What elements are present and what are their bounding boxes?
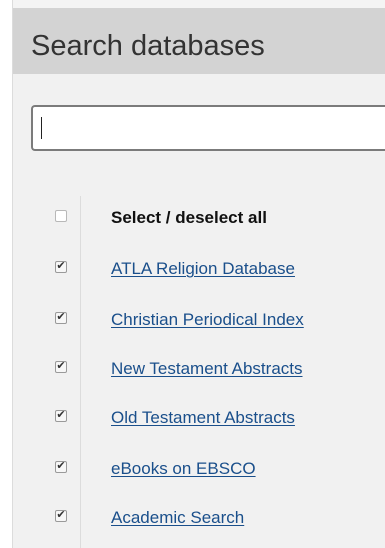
database-row[interactable]: ✔ ATLA Religion Database bbox=[13, 254, 385, 286]
database-checkbox[interactable]: ✔ bbox=[55, 408, 67, 422]
database-checkbox[interactable]: ✔ bbox=[55, 359, 67, 373]
database-search-input[interactable] bbox=[31, 105, 385, 151]
database-row[interactable]: ✔ eBooks on EBSCO bbox=[13, 454, 385, 486]
database-row[interactable]: ✔ Old Testament Abstracts bbox=[13, 403, 385, 435]
database-link[interactable]: New Testament Abstracts bbox=[111, 359, 303, 379]
database-checkbox[interactable]: ✔ bbox=[55, 508, 67, 522]
database-checkbox[interactable]: ✔ bbox=[55, 459, 67, 473]
text-caret bbox=[41, 117, 42, 139]
panel-title: Search databases bbox=[31, 30, 265, 62]
database-checkbox[interactable]: ✔ bbox=[55, 310, 67, 324]
database-row[interactable]: ✔ Christian Periodical Index bbox=[13, 305, 385, 337]
checkmark-icon: ✔ bbox=[56, 459, 66, 472]
checkmark-icon: ✔ bbox=[56, 310, 66, 323]
checkmark-icon: ✔ bbox=[56, 408, 66, 421]
select-all-label[interactable]: Select / deselect all bbox=[111, 208, 267, 228]
checkmark-icon: ✔ bbox=[56, 259, 66, 272]
top-strip bbox=[13, 0, 385, 8]
database-link[interactable]: eBooks on EBSCO bbox=[111, 459, 256, 479]
database-checkbox[interactable]: ✔ bbox=[55, 259, 67, 273]
select-all-row[interactable]: Select / deselect all bbox=[13, 204, 385, 236]
search-databases-panel: Search databases Select / deselect all ✔… bbox=[12, 0, 385, 548]
select-all-checkbox[interactable] bbox=[55, 210, 67, 222]
checkmark-icon: ✔ bbox=[56, 508, 66, 521]
database-link[interactable]: Christian Periodical Index bbox=[111, 310, 304, 330]
checkmark-icon: ✔ bbox=[56, 359, 66, 372]
database-link[interactable]: Old Testament Abstracts bbox=[111, 408, 295, 428]
database-row[interactable]: ✔ New Testament Abstracts bbox=[13, 354, 385, 386]
panel-header: Search databases bbox=[13, 8, 385, 74]
database-link[interactable]: ATLA Religion Database bbox=[111, 259, 295, 279]
database-row[interactable]: ✔ Academic Search bbox=[13, 503, 385, 535]
database-link[interactable]: Academic Search bbox=[111, 508, 244, 528]
